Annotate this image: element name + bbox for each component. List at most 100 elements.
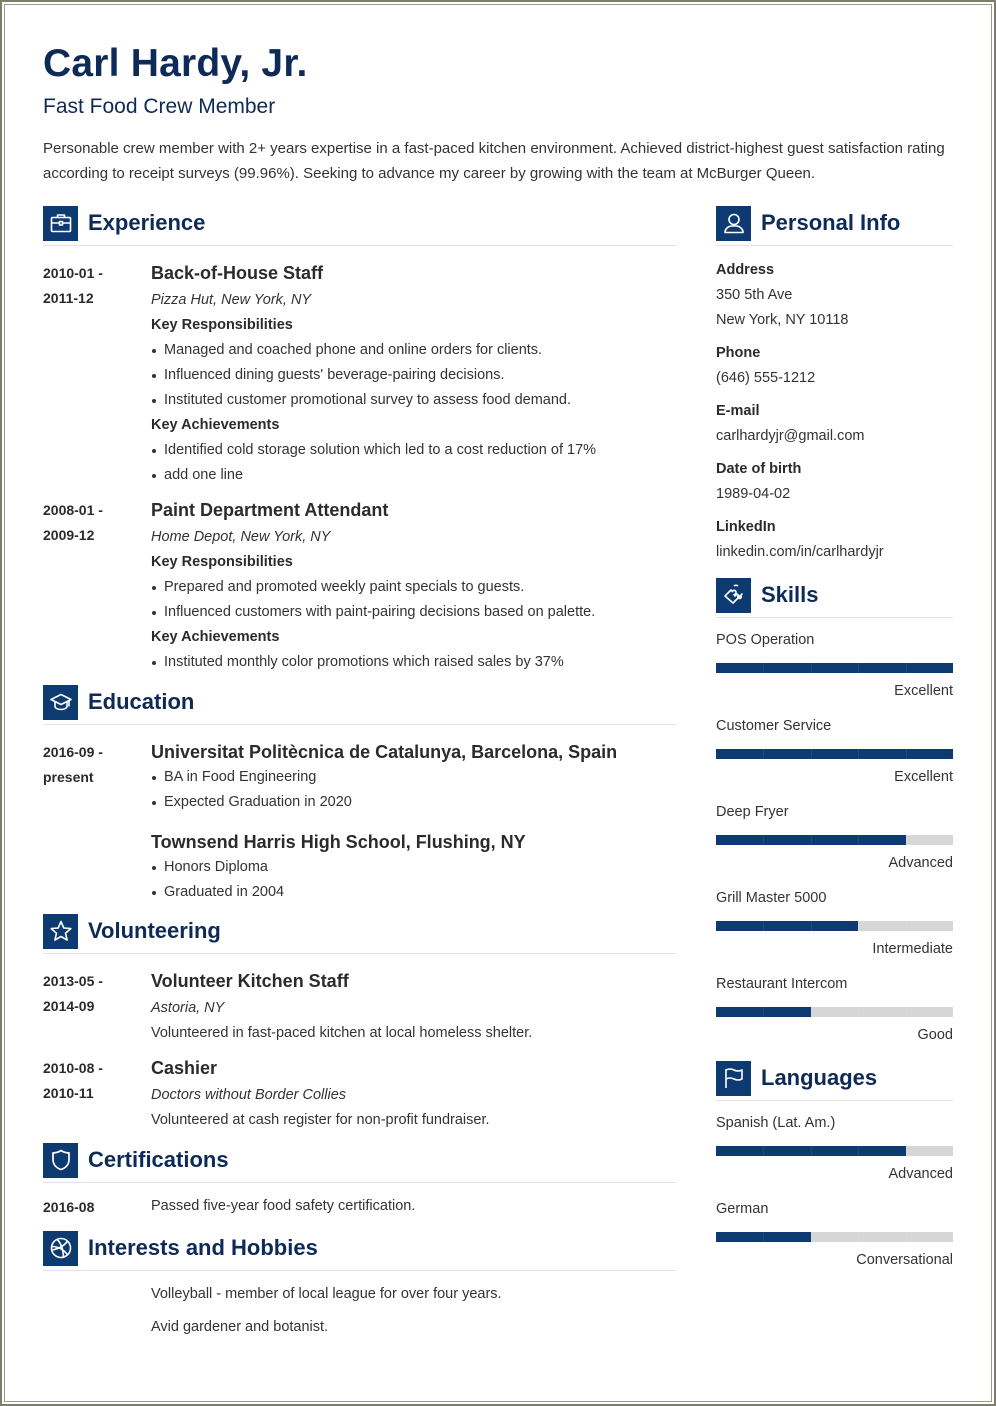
entry-body: Paint Department Attendant Home Depot, N… <box>151 497 676 675</box>
email-link[interactable]: carlhardyjr@gmail.com <box>716 424 953 449</box>
organization: Doctors without Border Collies <box>151 1087 347 1103</box>
rating-segment-divider <box>810 1146 812 1156</box>
entry-dates: 2013-05 - 2014-09 <box>43 968 151 1046</box>
list-item: Influenced customers with paint-pairing … <box>151 600 676 625</box>
info-value: (646) 555-1212 <box>716 370 816 386</box>
education-entry: Townsend Harris High School, Flushing, N… <box>43 829 676 905</box>
languages-section: Languages Spanish (Lat. Am.) Advanced Germ… <box>716 1060 953 1273</box>
volunteering-section: Volunteering 2013-05 - 2014-09 Volunteer… <box>43 913 676 1133</box>
flag-icon <box>716 1060 751 1096</box>
interest-item: Volleyball - member of local league for … <box>151 1286 502 1302</box>
list-item: add one line <box>151 463 676 488</box>
rating-segment-divider <box>763 749 765 759</box>
info-label: LinkedIn <box>716 519 776 535</box>
section-header: Volunteering <box>43 913 676 954</box>
summary: Personable crew member with 2+ years exp… <box>43 140 945 182</box>
date-start: 2013-05 - <box>43 973 103 989</box>
section-header: Languages <box>716 1060 953 1101</box>
info-value: 350 5th Ave <box>716 287 793 303</box>
linkedin-link[interactable]: linkedin.com/in/carlhardyjr <box>716 540 953 565</box>
date-end: 2014-09 <box>43 998 95 1014</box>
rating-segment-divider <box>858 1007 860 1017</box>
skill: Deep Fryer Advanced <box>716 800 953 876</box>
rating-segment-divider <box>810 663 812 673</box>
certifications-section: Certifications 2016-08 Passed five-year … <box>43 1142 676 1220</box>
skill-level: Excellent <box>894 683 953 699</box>
volunteer-entry: 2010-08 - 2010-11 Cashier Doctors withou… <box>43 1055 676 1133</box>
language-rating-bar <box>716 1146 953 1156</box>
section-header: Interests and Hobbies <box>43 1230 676 1271</box>
rating-segment-divider <box>810 835 812 845</box>
basketball-icon <box>43 1230 78 1266</box>
company: Home Depot, New York, NY <box>151 529 331 545</box>
rating-segment-divider <box>858 835 860 845</box>
languages-list: Spanish (Lat. Am.) Advanced German Conversa… <box>716 1111 953 1273</box>
certification-date: 2016-08 <box>43 1199 95 1215</box>
education-details: BA in Food Engineering Expected Graduati… <box>151 765 676 815</box>
description: Volunteered in fast-paced kitchen at loc… <box>151 1025 533 1041</box>
interests-section: Interests and Hobbies Volleyball - membe… <box>43 1230 676 1340</box>
rating-segment-divider <box>858 1232 860 1242</box>
achievements-list: Instituted monthly color promotions whic… <box>151 650 676 675</box>
responsibilities-label: Key Responsibilities <box>151 317 293 333</box>
date-end: present <box>43 769 94 785</box>
rating-segment-divider <box>905 835 907 845</box>
list-item: Instituted customer promotional survey t… <box>151 388 676 413</box>
language: German Conversational <box>716 1197 953 1273</box>
rating-segment-divider <box>763 1232 765 1242</box>
list-item: Instituted monthly color promotions whic… <box>151 650 676 675</box>
rating-segment-divider <box>905 749 907 759</box>
section-title: Certifications <box>88 1147 229 1172</box>
personal-info-section: Personal Info Address 350 5th Ave New Yo… <box>716 205 953 565</box>
skill-rating-fill <box>716 663 953 673</box>
skill-rating-bar <box>716 663 953 673</box>
rating-segment-divider <box>858 749 860 759</box>
info-label: Address <box>716 262 775 278</box>
info-label: Phone <box>716 345 761 361</box>
rating-segment-divider <box>905 921 907 931</box>
responsibilities-list: Prepared and promoted weekly paint speci… <box>151 575 676 625</box>
candidate-name: Carl Hardy, Jr. <box>43 42 308 85</box>
skill-level: Excellent <box>894 769 953 785</box>
section-title: Volunteering <box>88 918 221 943</box>
position-title: Cashier <box>151 1058 218 1078</box>
graduation-cap-icon <box>43 684 78 720</box>
rating-segment-divider <box>810 921 812 931</box>
organization: Astoria, NY <box>151 1000 225 1016</box>
skill-name: Deep Fryer <box>716 804 789 820</box>
entry-dates <box>43 829 151 905</box>
achievements-label: Key Achievements <box>151 417 280 433</box>
skill-name: Grill Master 5000 <box>716 890 827 906</box>
responsibilities-list: Managed and coached phone and online ord… <box>151 338 676 413</box>
list-item: Managed and coached phone and online ord… <box>151 338 676 363</box>
entry-dates: 2008-01 - 2009-12 <box>43 497 151 675</box>
language-name: German <box>716 1201 769 1217</box>
school-name: Townsend Harris High School, Flushing, N… <box>151 832 526 852</box>
resume-page: Carl Hardy, Jr. Fast Food Crew Member Pe… <box>0 0 996 1406</box>
education-details: Honors Diploma Graduated in 2004 <box>151 855 676 905</box>
section-title: Interests and Hobbies <box>88 1235 318 1260</box>
skill-name: POS Operation <box>716 632 815 648</box>
list-item: Influenced dining guests' beverage-pairi… <box>151 363 676 388</box>
skills-list: POS Operation Excellent Customer Service Ex… <box>716 628 953 1048</box>
skill-rating-bar <box>716 921 953 931</box>
main-column: Experience 2010-01 - 2011-12 Back-of-Hou… <box>43 205 676 1340</box>
entry-body: Universitat Politècnica de Catalunya, Ba… <box>151 739 676 815</box>
list-item: Honors Diploma <box>151 855 676 880</box>
rating-segment-divider <box>858 1146 860 1156</box>
position-title: Back-of-House Staff <box>151 263 324 283</box>
volunteer-entry: 2013-05 - 2014-09 Volunteer Kitchen Staf… <box>43 968 676 1046</box>
skill: Grill Master 5000 Intermediate <box>716 886 953 962</box>
interests-list: Volleyball - member of local league for … <box>43 1282 676 1340</box>
interest-item: Avid gardener and botanist. <box>151 1319 329 1335</box>
rating-segment-divider <box>905 1146 907 1156</box>
rating-segment-divider <box>810 749 812 759</box>
info-label: E-mail <box>716 403 760 419</box>
section-header: Certifications <box>43 1142 676 1183</box>
position-title: Paint Department Attendant <box>151 500 389 520</box>
date-start: 2010-01 - <box>43 265 103 281</box>
section-title: Education <box>88 689 195 714</box>
education-entry: 2016-09 - present Universitat Politècnic… <box>43 739 676 815</box>
position-title: Volunteer Kitchen Staff <box>151 971 349 991</box>
entry-dates: 2016-09 - present <box>43 739 151 815</box>
